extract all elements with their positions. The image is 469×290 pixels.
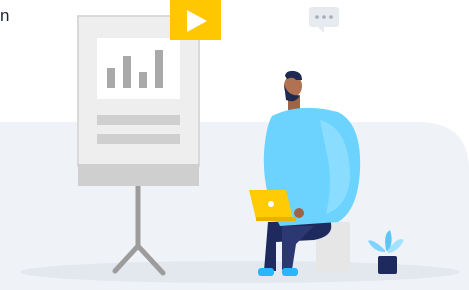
shoe: [282, 268, 298, 276]
text-line: [97, 115, 180, 125]
presentation-board: [77, 15, 200, 186]
text-line: [97, 134, 180, 144]
presentation-illustration: [0, 0, 469, 290]
shoe: [258, 268, 274, 276]
plant-pot: [378, 256, 397, 274]
chat-bubble-icon: [309, 7, 339, 33]
play-icon: [170, 0, 221, 40]
